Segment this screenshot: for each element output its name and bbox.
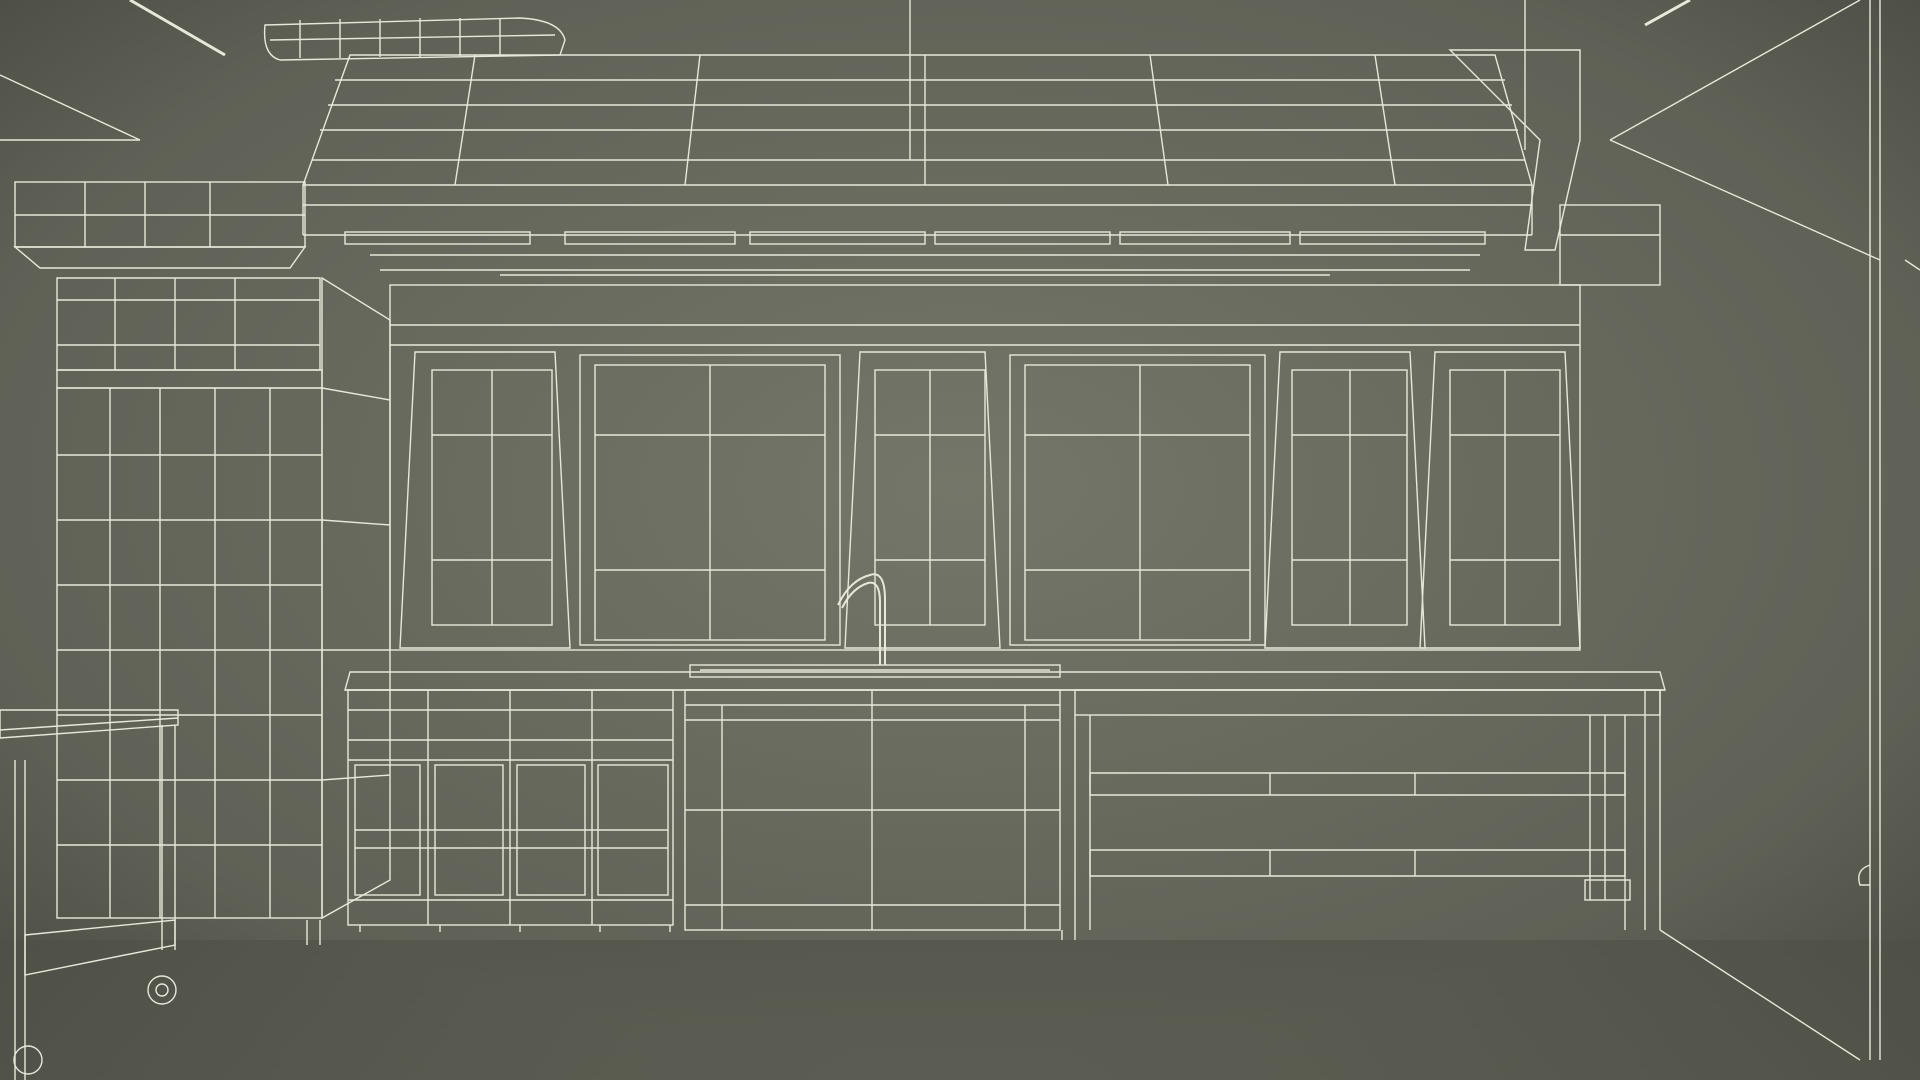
kitchen-wireframe-scene (0, 0, 1920, 1080)
floor (0, 940, 1920, 1080)
